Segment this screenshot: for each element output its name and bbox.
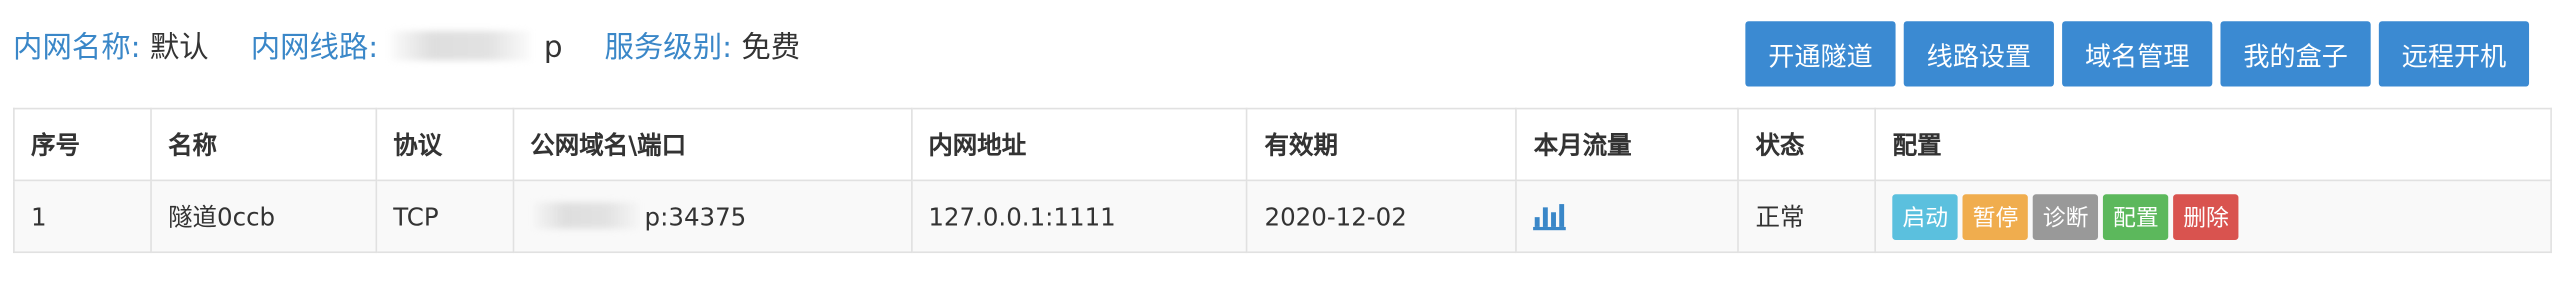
cell-protocol: TCP — [375, 179, 514, 254]
cell-expiry: 2020-12-02 — [1246, 179, 1518, 254]
tunnel-table: 序号 名称 协议 公网域名\端口 内网地址 有效期 本月流量 状态 配置 1 隧… — [13, 107, 2552, 254]
cell-status: 正常 — [1737, 179, 1877, 254]
header-protocol: 协议 — [375, 107, 514, 182]
domain-management-button[interactable]: 域名管理 — [2062, 21, 2213, 87]
cell-traffic — [1515, 179, 1740, 254]
network-line: 内网线路: p — [251, 31, 572, 65]
config-button[interactable]: 配置 — [2103, 193, 2169, 240]
bar-chart-icon[interactable] — [1533, 200, 1567, 230]
service-level: 服务级别: 免费 — [605, 31, 801, 65]
header-public-address: 公网域名\端口 — [512, 107, 912, 182]
redacted-domain-blur — [533, 201, 639, 228]
line-settings-button[interactable]: 线路设置 — [1903, 21, 2054, 87]
public-address-text: p:34375 — [644, 201, 747, 232]
toolbar: 开通隧道 线路设置 域名管理 我的盒子 远程开机 — [1745, 21, 2530, 87]
my-box-button[interactable]: 我的盒子 — [2220, 21, 2371, 87]
header-expiry: 有效期 — [1246, 107, 1518, 182]
delete-button[interactable]: 删除 — [2173, 193, 2239, 240]
header-status: 状态 — [1737, 107, 1877, 182]
cell-public-address: p:34375 — [512, 179, 912, 254]
header-index: 序号 — [13, 107, 152, 182]
network-name-value: 默认 — [149, 31, 209, 66]
diagnose-button[interactable]: 诊断 — [2032, 193, 2099, 240]
service-level-label: 服务级别: — [604, 31, 733, 66]
network-name: 内网名称: 默认 — [13, 31, 218, 65]
table-row: 1 隧道0ccb TCP p:34375 127.0.0.1:1111 2020… — [13, 179, 2552, 254]
network-line-value: p — [543, 31, 563, 66]
remote-wake-button[interactable]: 远程开机 — [2378, 21, 2530, 87]
network-name-label: 内网名称: — [13, 31, 141, 66]
header-name: 名称 — [150, 107, 377, 182]
table-header-row: 序号 名称 协议 公网域名\端口 内网地址 有效期 本月流量 状态 配置 — [13, 107, 2552, 182]
cell-local-address: 127.0.0.1:1111 — [910, 179, 1249, 254]
cell-name: 隧道0ccb — [150, 179, 377, 254]
header-config: 配置 — [1874, 107, 2552, 182]
service-level-value: 免费 — [741, 31, 801, 66]
pause-button[interactable]: 暂停 — [1962, 193, 2029, 240]
start-button[interactable]: 启动 — [1892, 193, 1958, 240]
header-traffic: 本月流量 — [1515, 107, 1740, 182]
action-buttons: 启动 暂停 诊断 配置 删除 — [1892, 193, 2534, 240]
cell-actions: 启动 暂停 诊断 配置 删除 — [1874, 179, 2552, 254]
cell-index: 1 — [13, 179, 152, 254]
redacted-line-blur — [390, 31, 532, 61]
network-info: 内网名称: 默认 内网线路: p 服务级别: 免费 — [13, 24, 833, 66]
network-line-label: 内网线路: — [250, 31, 379, 66]
open-tunnel-button[interactable]: 开通隧道 — [1745, 21, 1896, 87]
header-local-address: 内网地址 — [910, 107, 1249, 182]
page: 内网名称: 默认 内网线路: p 服务级别: 免费 开通隧道 线路设置 域名管理… — [0, 0, 2560, 299]
